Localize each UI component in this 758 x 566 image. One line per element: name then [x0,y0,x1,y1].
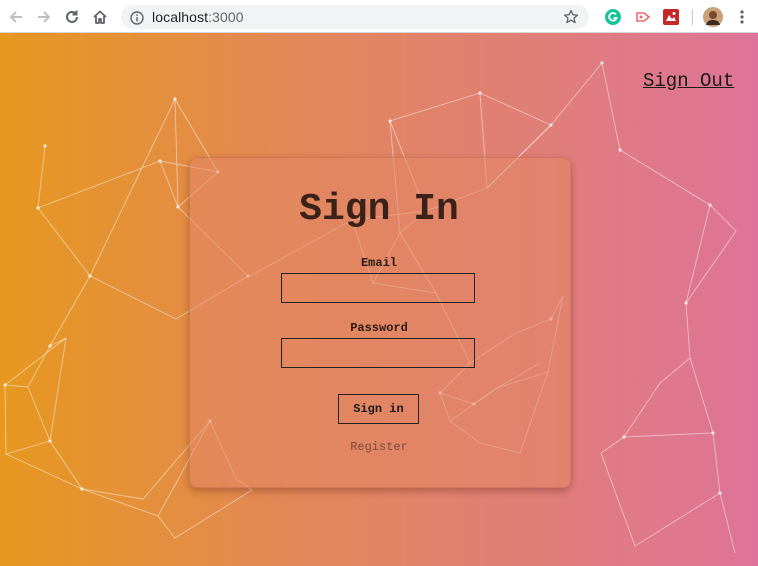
email-label: Email [360,256,397,270]
signin-card: Sign In Email Password Sign in Register [189,157,571,488]
sign-in-button[interactable]: Sign in [338,394,419,424]
info-icon[interactable] [130,10,144,29]
forward-arrow-icon[interactable] [34,7,54,27]
menu-icon[interactable] [733,8,751,26]
url-text: localhost:3000 [152,9,244,25]
star-icon[interactable] [563,9,579,29]
password-label: Password [350,321,408,335]
back-arrow-icon[interactable] [6,7,26,27]
address-bar[interactable]: localhost:3000 [121,5,589,29]
email-field[interactable] [281,273,475,303]
profile-avatar[interactable] [703,7,723,27]
extension-icon[interactable] [662,8,680,26]
password-field[interactable] [281,338,475,368]
reload-icon[interactable] [62,7,82,27]
register-link[interactable]: Register [190,440,568,454]
sign-out-link[interactable]: Sign Out [643,70,734,92]
toolbar-divider [692,9,693,25]
grammarly-icon[interactable] [604,8,622,26]
page-background: Sign Out Sign In Email Password Sign in … [0,33,758,566]
home-icon[interactable] [90,7,110,27]
cast-icon[interactable] [634,8,652,26]
page-title: Sign In [299,188,459,231]
browser-toolbar: localhost:3000 [0,0,758,33]
